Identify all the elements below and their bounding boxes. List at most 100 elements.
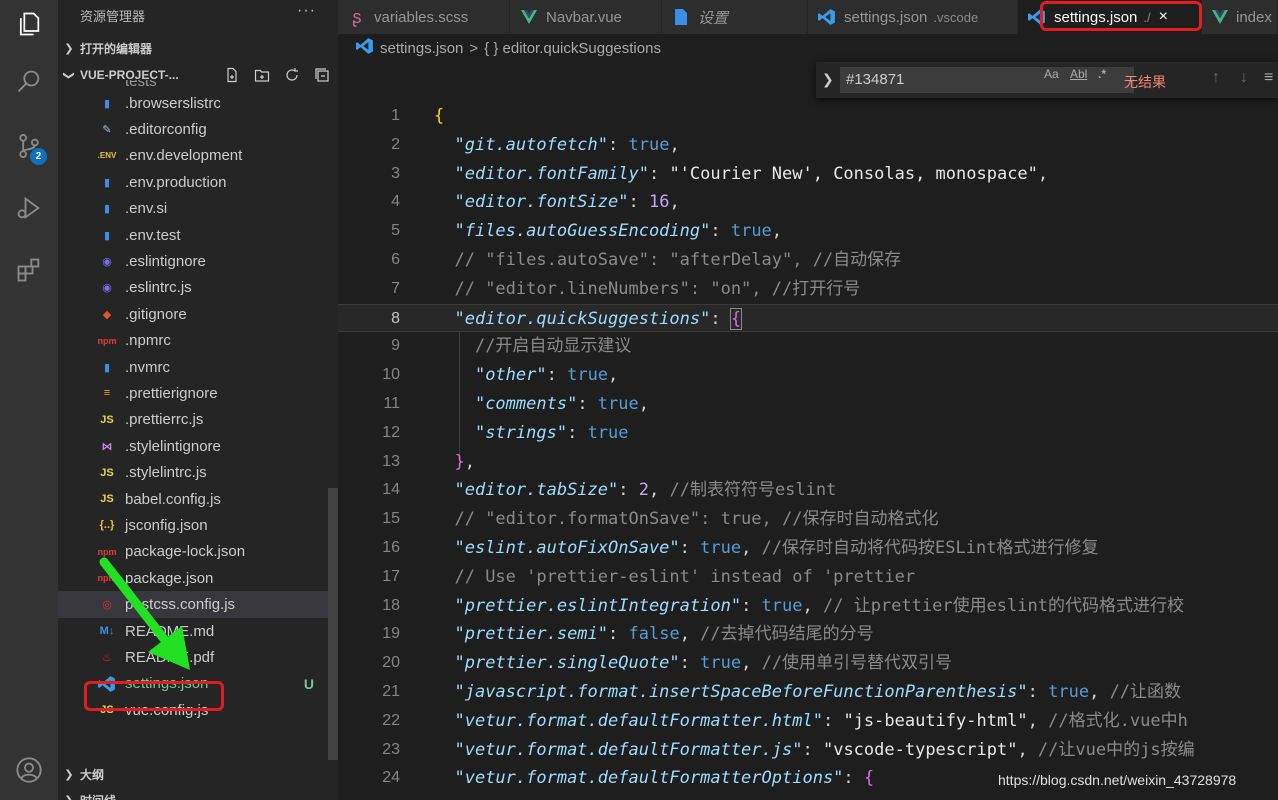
code-token: 16: [648, 192, 670, 213]
tree-item-label: .gitignore: [125, 305, 187, 323]
explorer-icon[interactable]: [0, 0, 58, 48]
tree-item-label: jsconfig.json: [125, 516, 208, 534]
code-text: "javascript.format.insertSpaceBeforeFunc…: [434, 678, 1181, 707]
tree-item[interactable]: ▮ .env.test: [58, 222, 328, 248]
js-icon: JS: [100, 413, 114, 426]
editor-tab[interactable]: settings.json .vscode: [808, 0, 1018, 34]
previous-match-icon[interactable]: ↑: [1212, 69, 1220, 87]
activity-bar: 2: [0, 0, 58, 800]
tree-item[interactable]: ≡ .prettierignore: [58, 380, 328, 406]
tree-item[interactable]: ▮ .env.si: [58, 196, 328, 222]
code-token: true: [761, 595, 803, 616]
line-number: 1: [391, 107, 400, 124]
source-control-icon[interactable]: [0, 122, 58, 170]
breadcrumb-file[interactable]: settings.json: [380, 40, 463, 57]
tree-item[interactable]: JS .stylelintrc.js: [58, 459, 328, 485]
line-number: 15: [382, 510, 400, 528]
tree-item[interactable]: {..} jsconfig.json: [58, 512, 328, 538]
code-token: //去掉代码结尾的分号: [700, 624, 874, 645]
search-icon[interactable]: [0, 58, 58, 106]
code-token: true: [587, 422, 629, 443]
code-token: ,: [1037, 163, 1049, 184]
tree-item[interactable]: ⋈ .stylelintignore: [58, 433, 328, 459]
code-text: // "editor.lineNumbers": "on", //打开行号: [434, 275, 860, 304]
prettier-icon: ≡: [103, 387, 111, 400]
watermark: https://blog.csdn.net/weixin_43728978: [998, 772, 1237, 788]
tab-description: .vscode: [933, 9, 979, 25]
tree-item[interactable]: ✎ .editorconfig: [58, 116, 328, 142]
tree-item[interactable]: ◉ .eslintrc.js: [58, 275, 328, 301]
tab-description: ./: [1143, 9, 1151, 25]
account-icon[interactable]: [0, 746, 58, 794]
code-token: ,: [669, 134, 680, 155]
code-token: "strings": [474, 422, 568, 443]
code-token: :: [618, 480, 639, 501]
timeline-section[interactable]: ❯ 时间线: [58, 787, 338, 800]
tree-item[interactable]: .ENV .env.development: [58, 143, 328, 169]
tree-item[interactable]: ▮ .env.production: [58, 169, 328, 195]
whole-word-toggle[interactable]: Abl: [1070, 67, 1087, 81]
selection-menu-icon[interactable]: ≡: [1264, 69, 1273, 87]
run-debug-icon[interactable]: [0, 184, 58, 232]
open-editors-section[interactable]: ❯ 打开的编辑器: [58, 35, 338, 61]
editor-tab[interactable]: Navbar.vue: [510, 0, 662, 34]
code-token: // "files.autoSave": "afterDelay", //自动保…: [454, 250, 902, 270]
toggle-replace-icon[interactable]: ❯: [822, 71, 834, 88]
editor-tab[interactable]: settings.json ./ ×: [1018, 0, 1202, 34]
more-actions-icon[interactable]: ···: [297, 2, 316, 20]
line-number: 9: [391, 337, 400, 355]
editor-tab[interactable]: ʂ variables.scss: [338, 0, 510, 34]
editor-tab[interactable]: 设置: [662, 0, 808, 34]
match-case-toggle[interactable]: Aa: [1044, 67, 1059, 81]
code-token: ,: [1017, 739, 1038, 760]
editor-tabs: ʂ variables.scss Navbar.vue 设置 settings.json…: [338, 0, 1278, 34]
editor-tab[interactable]: index: [1202, 0, 1278, 34]
sidebar-scrollbar[interactable]: [328, 488, 338, 760]
breadcrumb-symbol[interactable]: { } editor.quickSuggestions: [484, 40, 661, 57]
tree-item[interactable]: ◆ .gitignore: [58, 301, 328, 327]
extensions-icon[interactable]: [0, 246, 58, 294]
next-match-icon[interactable]: ↓: [1240, 69, 1248, 87]
vscode-icon: [818, 8, 836, 26]
vscode-icon: [356, 37, 374, 59]
env-icon: .ENV: [97, 151, 117, 161]
line-number: 17: [382, 567, 400, 585]
outline-section[interactable]: ❯ 大纲: [58, 761, 338, 787]
close-tab-icon[interactable]: ×: [1159, 8, 1168, 26]
tree-item-label: .editorconfig: [125, 121, 207, 139]
line-number: 12: [382, 423, 400, 441]
code-token: true: [700, 538, 742, 558]
code-text: "git.autofetch": true,: [434, 131, 680, 160]
file-icon: ▮: [103, 97, 111, 110]
code-token: 2: [638, 480, 649, 501]
line-number: 3: [391, 164, 400, 182]
vue-icon: [520, 8, 538, 26]
code-token: :: [628, 192, 649, 213]
tree-item[interactable]: npm .npmrc: [58, 328, 328, 354]
line-number: 8: [391, 309, 400, 327]
code-editor[interactable]: 1{2 "git.autofetch": true, 3 "editor.font…: [338, 98, 1278, 800]
line-number: 5: [391, 222, 400, 240]
tree-item[interactable]: ▮ .nvmrc: [58, 354, 328, 380]
tree-item[interactable]: ◉ .eslintignore: [58, 248, 328, 274]
tree-item-label: .npmrc: [125, 332, 171, 350]
find-input[interactable]: #134871: [840, 67, 1134, 93]
regex-toggle[interactable]: .*: [1098, 67, 1106, 81]
code-token: ,: [648, 480, 670, 501]
code-token: "vetur.format.defaultFormatter.html": [454, 710, 823, 731]
tree-item[interactable]: JS babel.config.js: [58, 486, 328, 512]
tree-item[interactable]: JS .prettierrc.js: [58, 407, 328, 433]
breadcrumb: settings.json > { } editor.quickSuggesti…: [338, 34, 1278, 62]
tree-item[interactable]: ▮ .browserslistrc: [58, 90, 328, 116]
code-text: "editor.quickSuggestions": {: [434, 305, 743, 334]
chevron-right-icon: ❯: [58, 794, 80, 800]
tree-item-label: .env.test: [125, 226, 181, 244]
code-token: true: [597, 394, 639, 414]
code-line: 12 "strings": true: [338, 419, 1278, 448]
code-token: :: [679, 538, 701, 558]
